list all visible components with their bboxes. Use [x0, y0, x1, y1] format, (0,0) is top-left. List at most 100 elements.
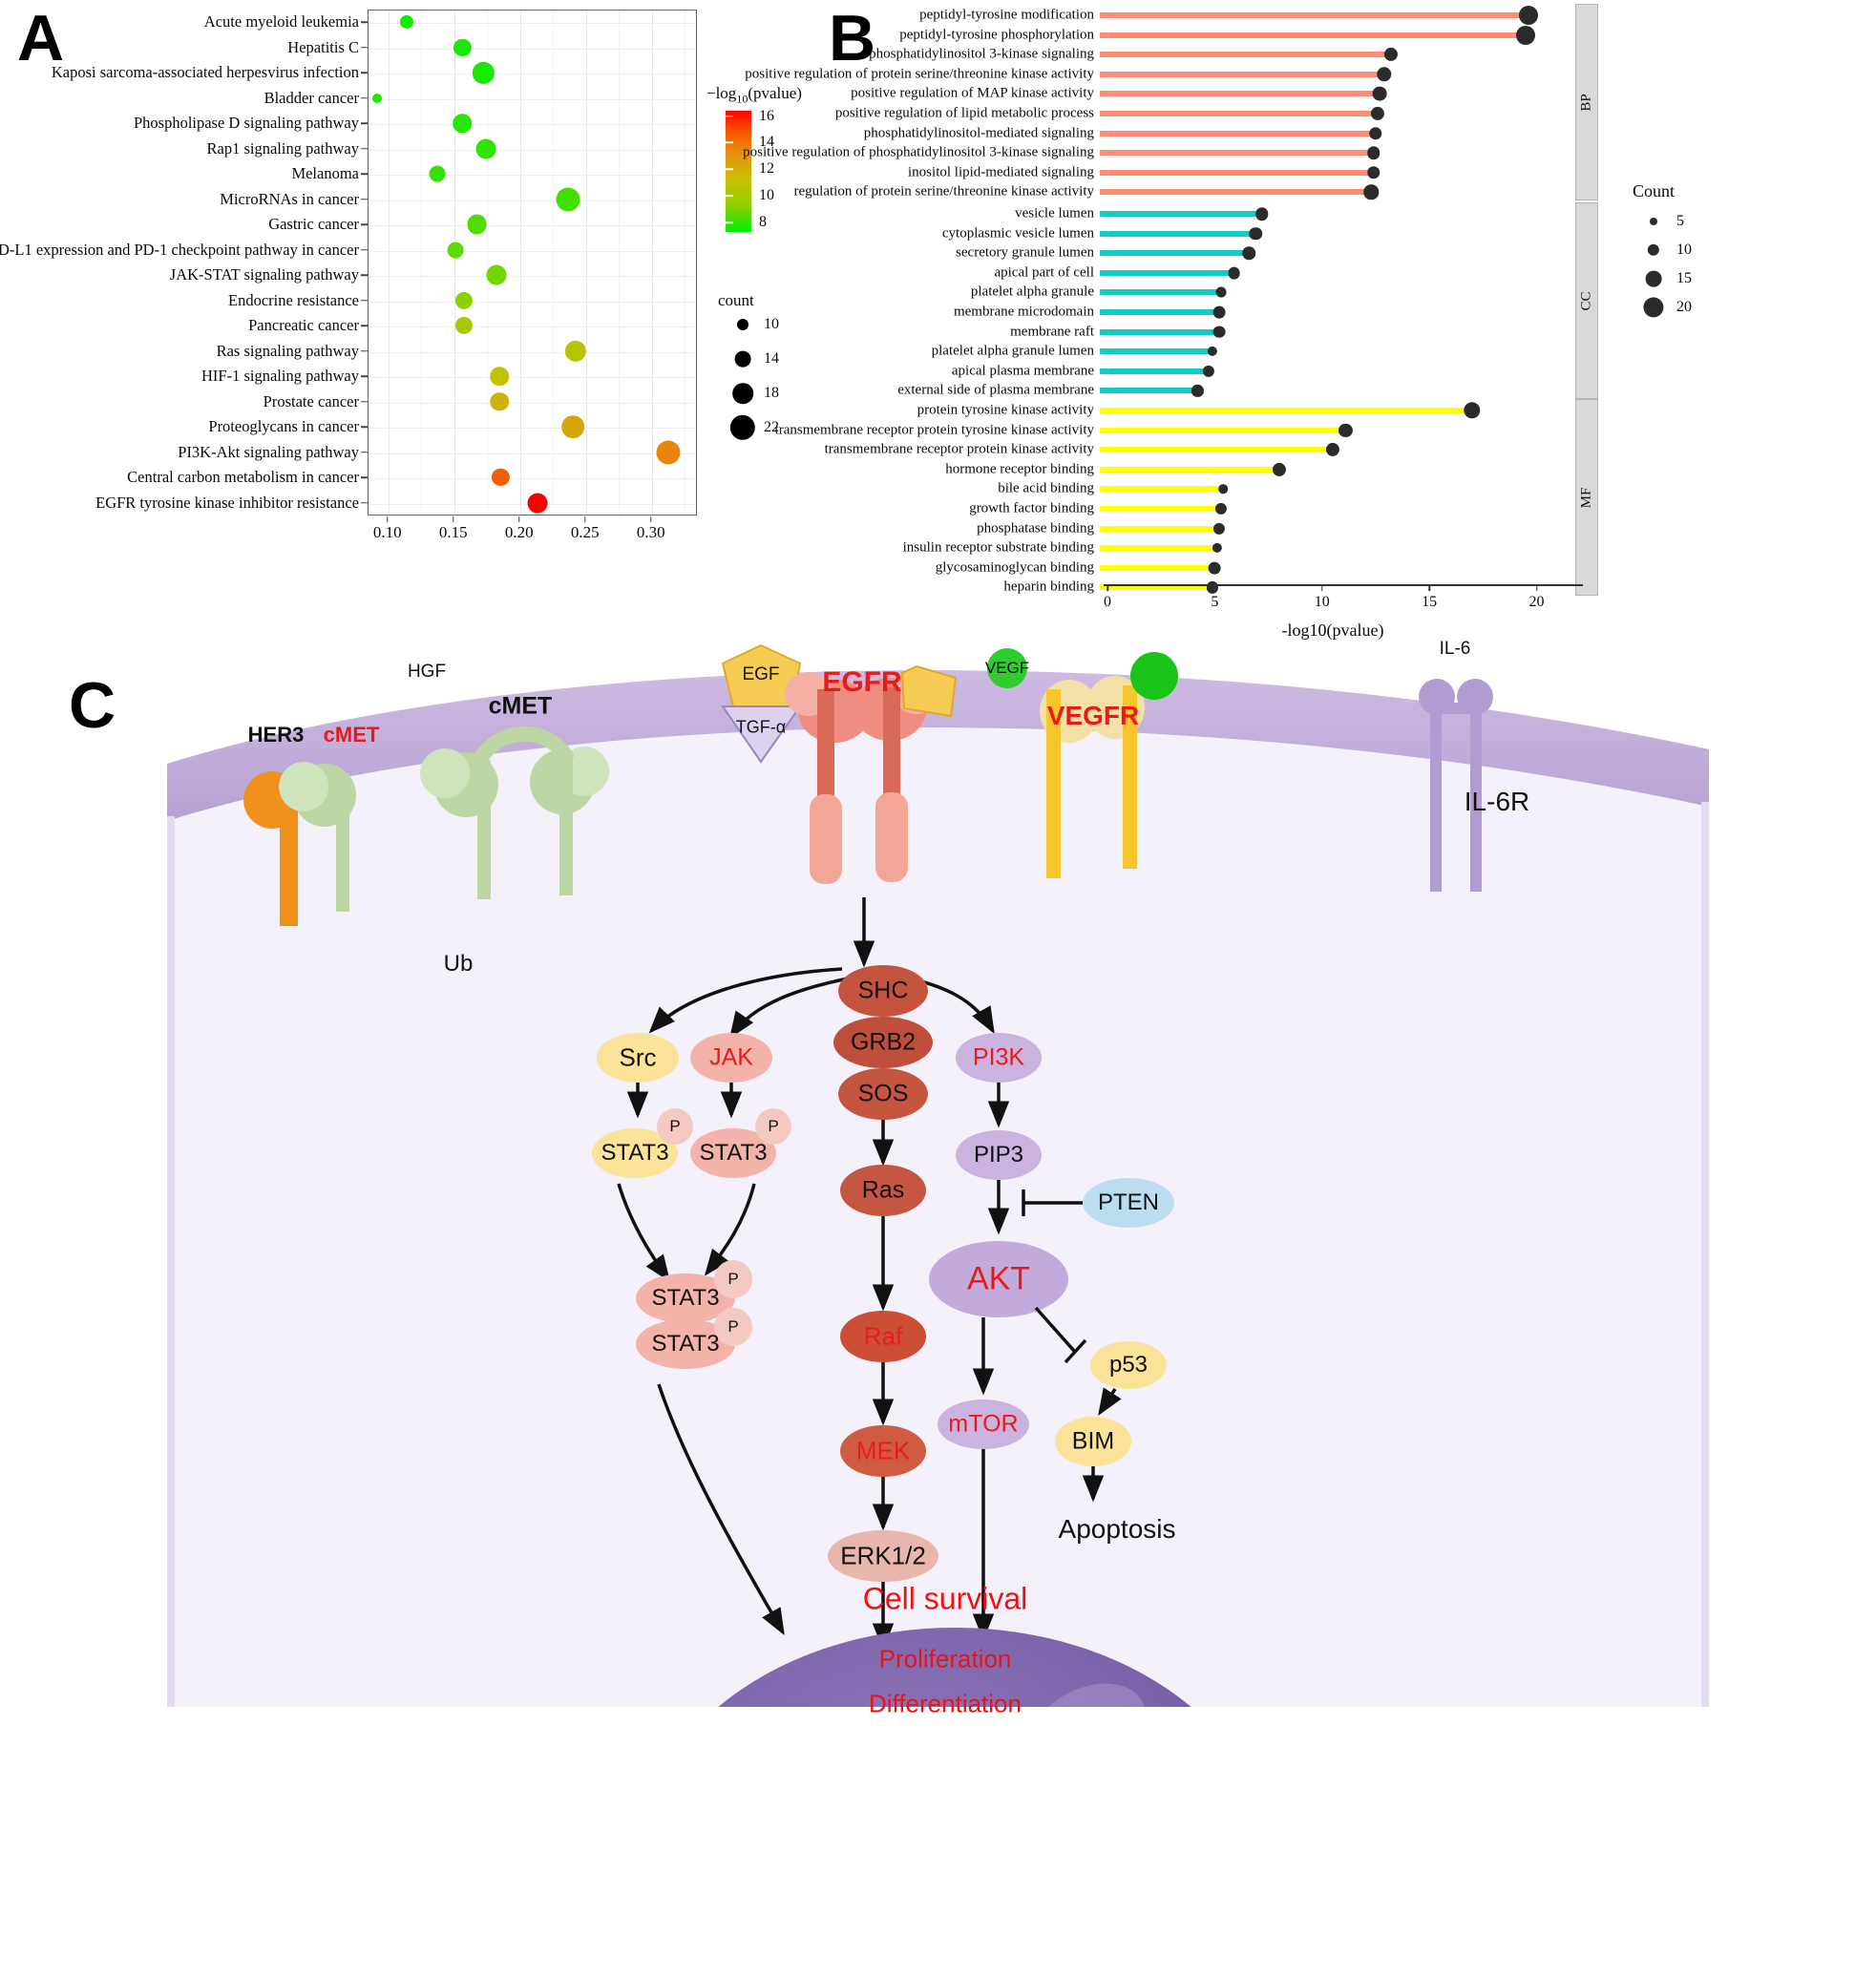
count-legend-title: Count	[1633, 181, 1676, 200]
kegg-dot	[527, 493, 548, 514]
color-legend-tick-label: 12	[759, 160, 774, 178]
y-axis-tick	[361, 452, 368, 453]
lollipop-stem	[1107, 12, 1528, 18]
lollipop-stem	[1107, 230, 1256, 237]
y-axis-tick	[361, 274, 368, 276]
x-axis-tick-label: 15	[1422, 594, 1438, 610]
node-grb2	[833, 1017, 933, 1068]
go-term-tick	[1100, 486, 1107, 493]
y-axis-tick	[361, 148, 368, 150]
panel-a-kegg-dotplot: A Acute myeloid leukemia Hepatitis C Kapos…	[0, 0, 821, 611]
node-mek	[840, 1425, 926, 1477]
color-legend-tick	[726, 141, 733, 144]
go-term-label: hormone receptor binding	[945, 461, 1094, 477]
gridline-vertical-minor	[553, 11, 555, 515]
pathway-label: Kaposi sarcoma-associated herpesvirus in…	[51, 63, 359, 82]
count-legend-dot	[1645, 270, 1662, 287]
lollipop-stem	[1107, 250, 1250, 257]
lollipop-stem	[1107, 545, 1217, 552]
node-jak	[690, 1033, 772, 1083]
go-term-label: heparin binding	[1003, 579, 1094, 595]
x-axis-tick	[1535, 585, 1538, 591]
gridline-vertical-minor	[487, 11, 489, 515]
go-term-label: platelet alpha granule	[970, 284, 1094, 300]
pathway-label: Phospholipase D signaling pathway	[133, 114, 359, 133]
x-axis-tick-label: 0.20	[504, 523, 534, 541]
gridline-horizontal	[369, 326, 696, 328]
pathway-label: Central carbon metabolism in cancer	[127, 468, 359, 487]
pathway-label: Hepatitis C	[287, 37, 359, 56]
lollipop-head	[1366, 166, 1381, 179]
y-axis-tick	[361, 350, 368, 352]
node-sos	[838, 1068, 928, 1120]
x-axis-tick-label: 0.15	[438, 523, 468, 541]
go-term-label: peptidyl-tyrosine phosphorylation	[899, 27, 1094, 43]
go-term-tick	[1100, 230, 1107, 237]
count-legend-label: 5	[1676, 213, 1684, 229]
x-axis-tick	[1107, 585, 1108, 591]
go-category-label: CC	[1578, 290, 1594, 311]
kegg-dot	[490, 367, 509, 387]
pathway-label: Ras signaling pathway	[216, 341, 359, 360]
y-axis-tick	[361, 476, 368, 478]
lollipop-stem	[1107, 427, 1346, 433]
go-term-tick	[1100, 250, 1107, 257]
lollipop-head	[1212, 326, 1226, 339]
go-term-label: protein tyrosine kinase activity	[917, 402, 1094, 418]
x-axis-tick-label: 0	[1104, 594, 1111, 610]
y-axis-tick	[361, 173, 368, 175]
go-term-label: glycosaminoglycan binding	[935, 559, 1094, 576]
kegg-dot	[467, 214, 487, 235]
lollipop-head	[1383, 48, 1398, 62]
gridline-horizontal	[369, 276, 696, 278]
node-akt	[929, 1241, 1068, 1317]
go-term-tick	[1100, 545, 1107, 552]
color-legend-title: −log10(pvalue)	[706, 84, 802, 106]
pathway-svg	[167, 643, 1709, 1707]
lollipop-stem	[1107, 91, 1381, 97]
lollipop-stem	[1107, 447, 1333, 453]
go-term-tick	[1100, 348, 1107, 355]
y-axis-tick	[361, 325, 368, 326]
lollipop-head	[1212, 305, 1226, 319]
go-category-box-mf: MF	[1575, 399, 1598, 596]
size-legend-label: 10	[764, 316, 779, 332]
gridline-horizontal	[369, 225, 696, 227]
go-term-tick	[1100, 130, 1107, 137]
lollipop-stem	[1107, 506, 1222, 512]
gridline-vertical	[651, 11, 653, 515]
node-raf	[840, 1311, 926, 1362]
y-axis-tick	[361, 21, 368, 23]
gridline-vertical	[388, 11, 390, 515]
count-legend-label: 20	[1676, 299, 1692, 315]
go-term-label: growth factor binding	[969, 500, 1094, 516]
gridline-horizontal	[369, 250, 696, 252]
gridline-vertical	[453, 11, 455, 515]
go-term-label: positive regulation of MAP kinase activi…	[851, 85, 1094, 101]
lollipop-head	[1377, 67, 1392, 82]
color-legend-tick-label: 8	[759, 214, 767, 231]
go-term-label: phosphatase binding	[977, 520, 1094, 537]
go-term-label: positive regulation of phosphatidylinosi…	[743, 144, 1094, 160]
go-term-tick	[1100, 71, 1107, 77]
panel-a-letter: A	[17, 2, 65, 74]
y-axis-tick	[361, 122, 368, 124]
gridline-vertical-minor	[421, 11, 423, 515]
lollipop-head	[1202, 365, 1214, 377]
go-category-label: BP	[1578, 93, 1594, 112]
kegg-dot	[453, 114, 473, 134]
lollipop-head	[1215, 502, 1228, 516]
node-ras	[840, 1165, 926, 1216]
go-term-label: positive regulation of lipid metabolic p…	[834, 105, 1094, 121]
go-term-tick	[1100, 91, 1107, 97]
lollipop-head	[1228, 266, 1241, 280]
pathway-label: PI3K-Akt signaling pathway	[178, 442, 359, 461]
color-legend-tick	[726, 195, 733, 198]
go-term-label: positive regulation of protein serine/th…	[745, 66, 1094, 82]
panel-b-go-lollipop: B peptidyl-tyrosine modification peptidyl…	[743, 0, 1876, 640]
go-term-tick	[1100, 328, 1107, 335]
lollipop-stem	[1107, 309, 1219, 315]
pathway-label: Gastric cancer	[268, 215, 359, 234]
kegg-dot	[371, 93, 382, 103]
color-legend-tick-label: 16	[759, 107, 774, 124]
